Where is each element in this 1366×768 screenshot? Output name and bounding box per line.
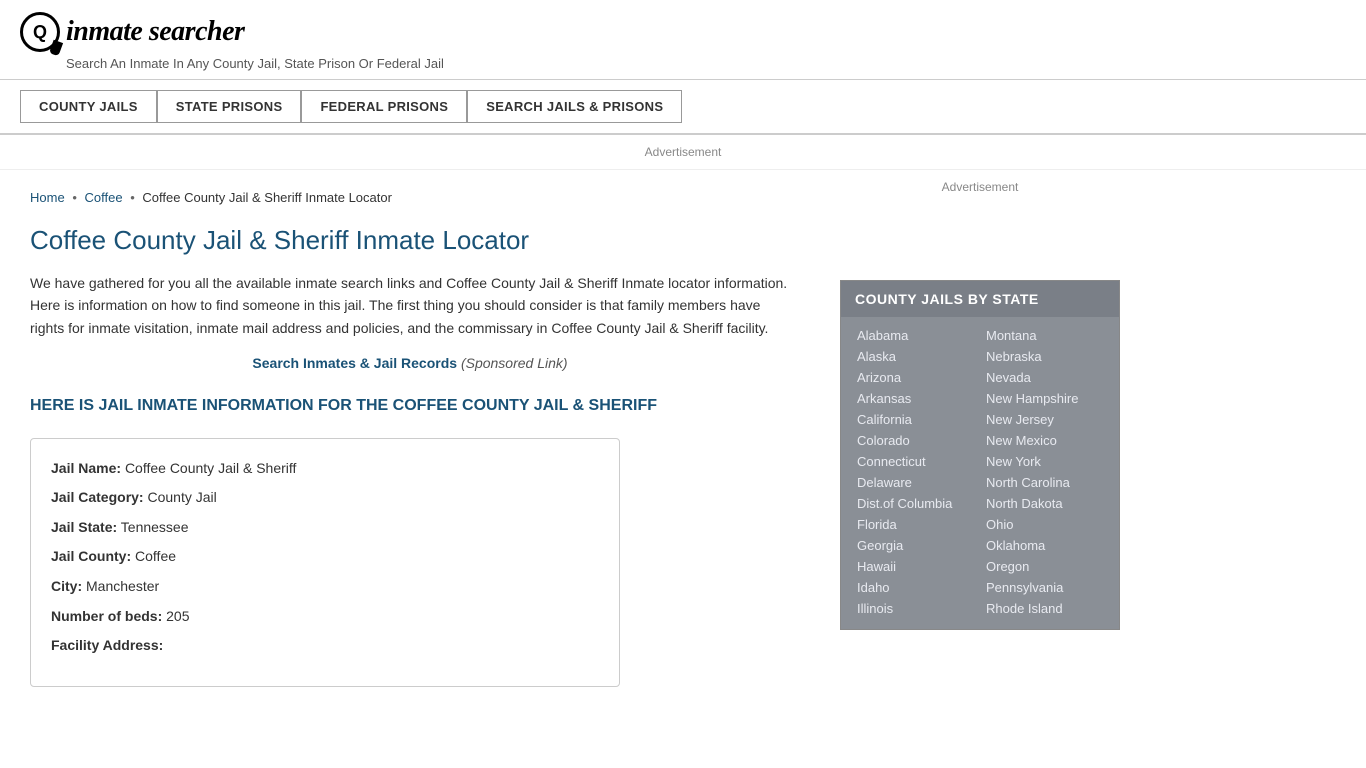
state-link[interactable]: New Jersey <box>980 409 1109 430</box>
info-row-county: Jail County: Coffee <box>51 547 599 567</box>
state-link[interactable]: Arizona <box>851 367 980 388</box>
breadcrumb-coffee[interactable]: Coffee <box>85 190 123 205</box>
info-row-city: City: Manchester <box>51 577 599 597</box>
state-link[interactable]: North Carolina <box>980 472 1109 493</box>
sidebar-ad-label: Advertisement <box>942 180 1019 194</box>
state-link[interactable]: Colorado <box>851 430 980 451</box>
nav-county-jails[interactable]: COUNTY JAILS <box>20 90 157 123</box>
sidebar: Advertisement COUNTY JAILS BY STATE Alab… <box>820 170 1140 707</box>
value-county-text: Coffee <box>135 548 176 564</box>
state-box-title: COUNTY JAILS BY STATE <box>841 281 1119 317</box>
value-beds-text: 205 <box>166 608 189 624</box>
state-link[interactable]: Dist.of Columbia <box>851 493 980 514</box>
nav-buttons: COUNTY JAILS STATE PRISONS FEDERAL PRISO… <box>20 90 1346 123</box>
breadcrumb: Home • Coffee • Coffee County Jail & She… <box>30 190 790 205</box>
page-title: Coffee County Jail & Sheriff Inmate Loca… <box>30 225 790 256</box>
state-grid: AlabamaAlaskaArizonaArkansasCaliforniaCo… <box>841 317 1119 629</box>
breadcrumb-sep1: • <box>72 190 77 205</box>
info-row-state: Jail State: Tennessee <box>51 518 599 538</box>
breadcrumb-current: Coffee County Jail & Sheriff Inmate Loca… <box>142 190 392 205</box>
label-beds: Number of beds: <box>51 608 162 624</box>
label-address: Facility Address: <box>51 637 163 653</box>
logo-searcher: searcher <box>149 16 245 47</box>
label-jail-name: Jail Name: <box>51 460 121 476</box>
info-row-category: Jail Category: County Jail <box>51 488 599 508</box>
state-link[interactable]: Oregon <box>980 556 1109 577</box>
state-link[interactable]: Delaware <box>851 472 980 493</box>
logo-icon: Q <box>20 12 60 52</box>
state-link[interactable]: New Hampshire <box>980 388 1109 409</box>
label-state: Jail State: <box>51 519 117 535</box>
logo-inmate: inmate <box>66 16 142 47</box>
state-link[interactable]: Ohio <box>980 514 1109 535</box>
state-link[interactable]: Nevada <box>980 367 1109 388</box>
state-link[interactable]: Montana <box>980 325 1109 346</box>
breadcrumb-sep2: • <box>130 190 135 205</box>
state-link[interactable]: Oklahoma <box>980 535 1109 556</box>
label-city: City: <box>51 578 82 594</box>
state-link[interactable]: New York <box>980 451 1109 472</box>
value-jail-name-text: Coffee County Jail & Sheriff <box>125 460 296 476</box>
state-link[interactable]: Connecticut <box>851 451 980 472</box>
content-area: Home • Coffee • Coffee County Jail & She… <box>0 170 820 707</box>
state-link[interactable]: Florida <box>851 514 980 535</box>
sponsored-link-area: Search Inmates & Jail Records (Sponsored… <box>30 355 790 371</box>
state-link[interactable]: Hawaii <box>851 556 980 577</box>
logo-text: inmate searcher <box>66 16 244 48</box>
state-col1: AlabamaAlaskaArizonaArkansasCaliforniaCo… <box>851 325 980 619</box>
description: We have gathered for you all the availab… <box>30 272 790 339</box>
info-row-jail-name: Jail Name: Coffee County Jail & Sheriff <box>51 459 599 479</box>
sponsored-link[interactable]: Search Inmates & Jail Records <box>252 355 457 371</box>
main-layout: Home • Coffee • Coffee County Jail & She… <box>0 170 1366 707</box>
label-category: Jail Category: <box>51 489 144 505</box>
state-link[interactable]: New Mexico <box>980 430 1109 451</box>
info-row-address: Facility Address: <box>51 636 599 656</box>
state-link[interactable]: Alaska <box>851 346 980 367</box>
sponsored-suffix-text: (Sponsored Link) <box>461 355 568 371</box>
tagline: Search An Inmate In Any County Jail, Sta… <box>66 56 1346 71</box>
nav-federal-prisons[interactable]: FEDERAL PRISONS <box>301 90 467 123</box>
info-row-beds: Number of beds: 205 <box>51 607 599 627</box>
nav-search-jails[interactable]: SEARCH JAILS & PRISONS <box>467 90 682 123</box>
state-link[interactable]: North Dakota <box>980 493 1109 514</box>
logo-area: Q inmate searcher <box>20 12 1346 52</box>
breadcrumb-home[interactable]: Home <box>30 190 65 205</box>
header: Q inmate searcher Search An Inmate In An… <box>0 0 1366 80</box>
state-link[interactable]: Nebraska <box>980 346 1109 367</box>
state-link[interactable]: Pennsylvania <box>980 577 1109 598</box>
state-col2: MontanaNebraskaNevadaNew HampshireNew Je… <box>980 325 1109 619</box>
section-heading: HERE IS JAIL INMATE INFORMATION FOR THE … <box>30 395 790 417</box>
ad-bar: Advertisement <box>0 135 1366 170</box>
sidebar-ad: Advertisement <box>840 180 1120 260</box>
state-link[interactable]: Illinois <box>851 598 980 619</box>
ad-bar-label: Advertisement <box>645 145 722 159</box>
nav-bar: COUNTY JAILS STATE PRISONS FEDERAL PRISO… <box>0 80 1366 135</box>
state-link[interactable]: Arkansas <box>851 388 980 409</box>
value-category-text: County Jail <box>147 489 216 505</box>
info-box: Jail Name: Coffee County Jail & Sheriff … <box>30 438 620 687</box>
label-county: Jail County: <box>51 548 131 564</box>
state-link[interactable]: Rhode Island <box>980 598 1109 619</box>
state-link[interactable]: Georgia <box>851 535 980 556</box>
state-box: COUNTY JAILS BY STATE AlabamaAlaskaArizo… <box>840 280 1120 630</box>
state-link[interactable]: California <box>851 409 980 430</box>
state-link[interactable]: Alabama <box>851 325 980 346</box>
nav-state-prisons[interactable]: STATE PRISONS <box>157 90 302 123</box>
value-city-text: Manchester <box>86 578 159 594</box>
value-state-text: Tennessee <box>121 519 189 535</box>
state-link[interactable]: Idaho <box>851 577 980 598</box>
